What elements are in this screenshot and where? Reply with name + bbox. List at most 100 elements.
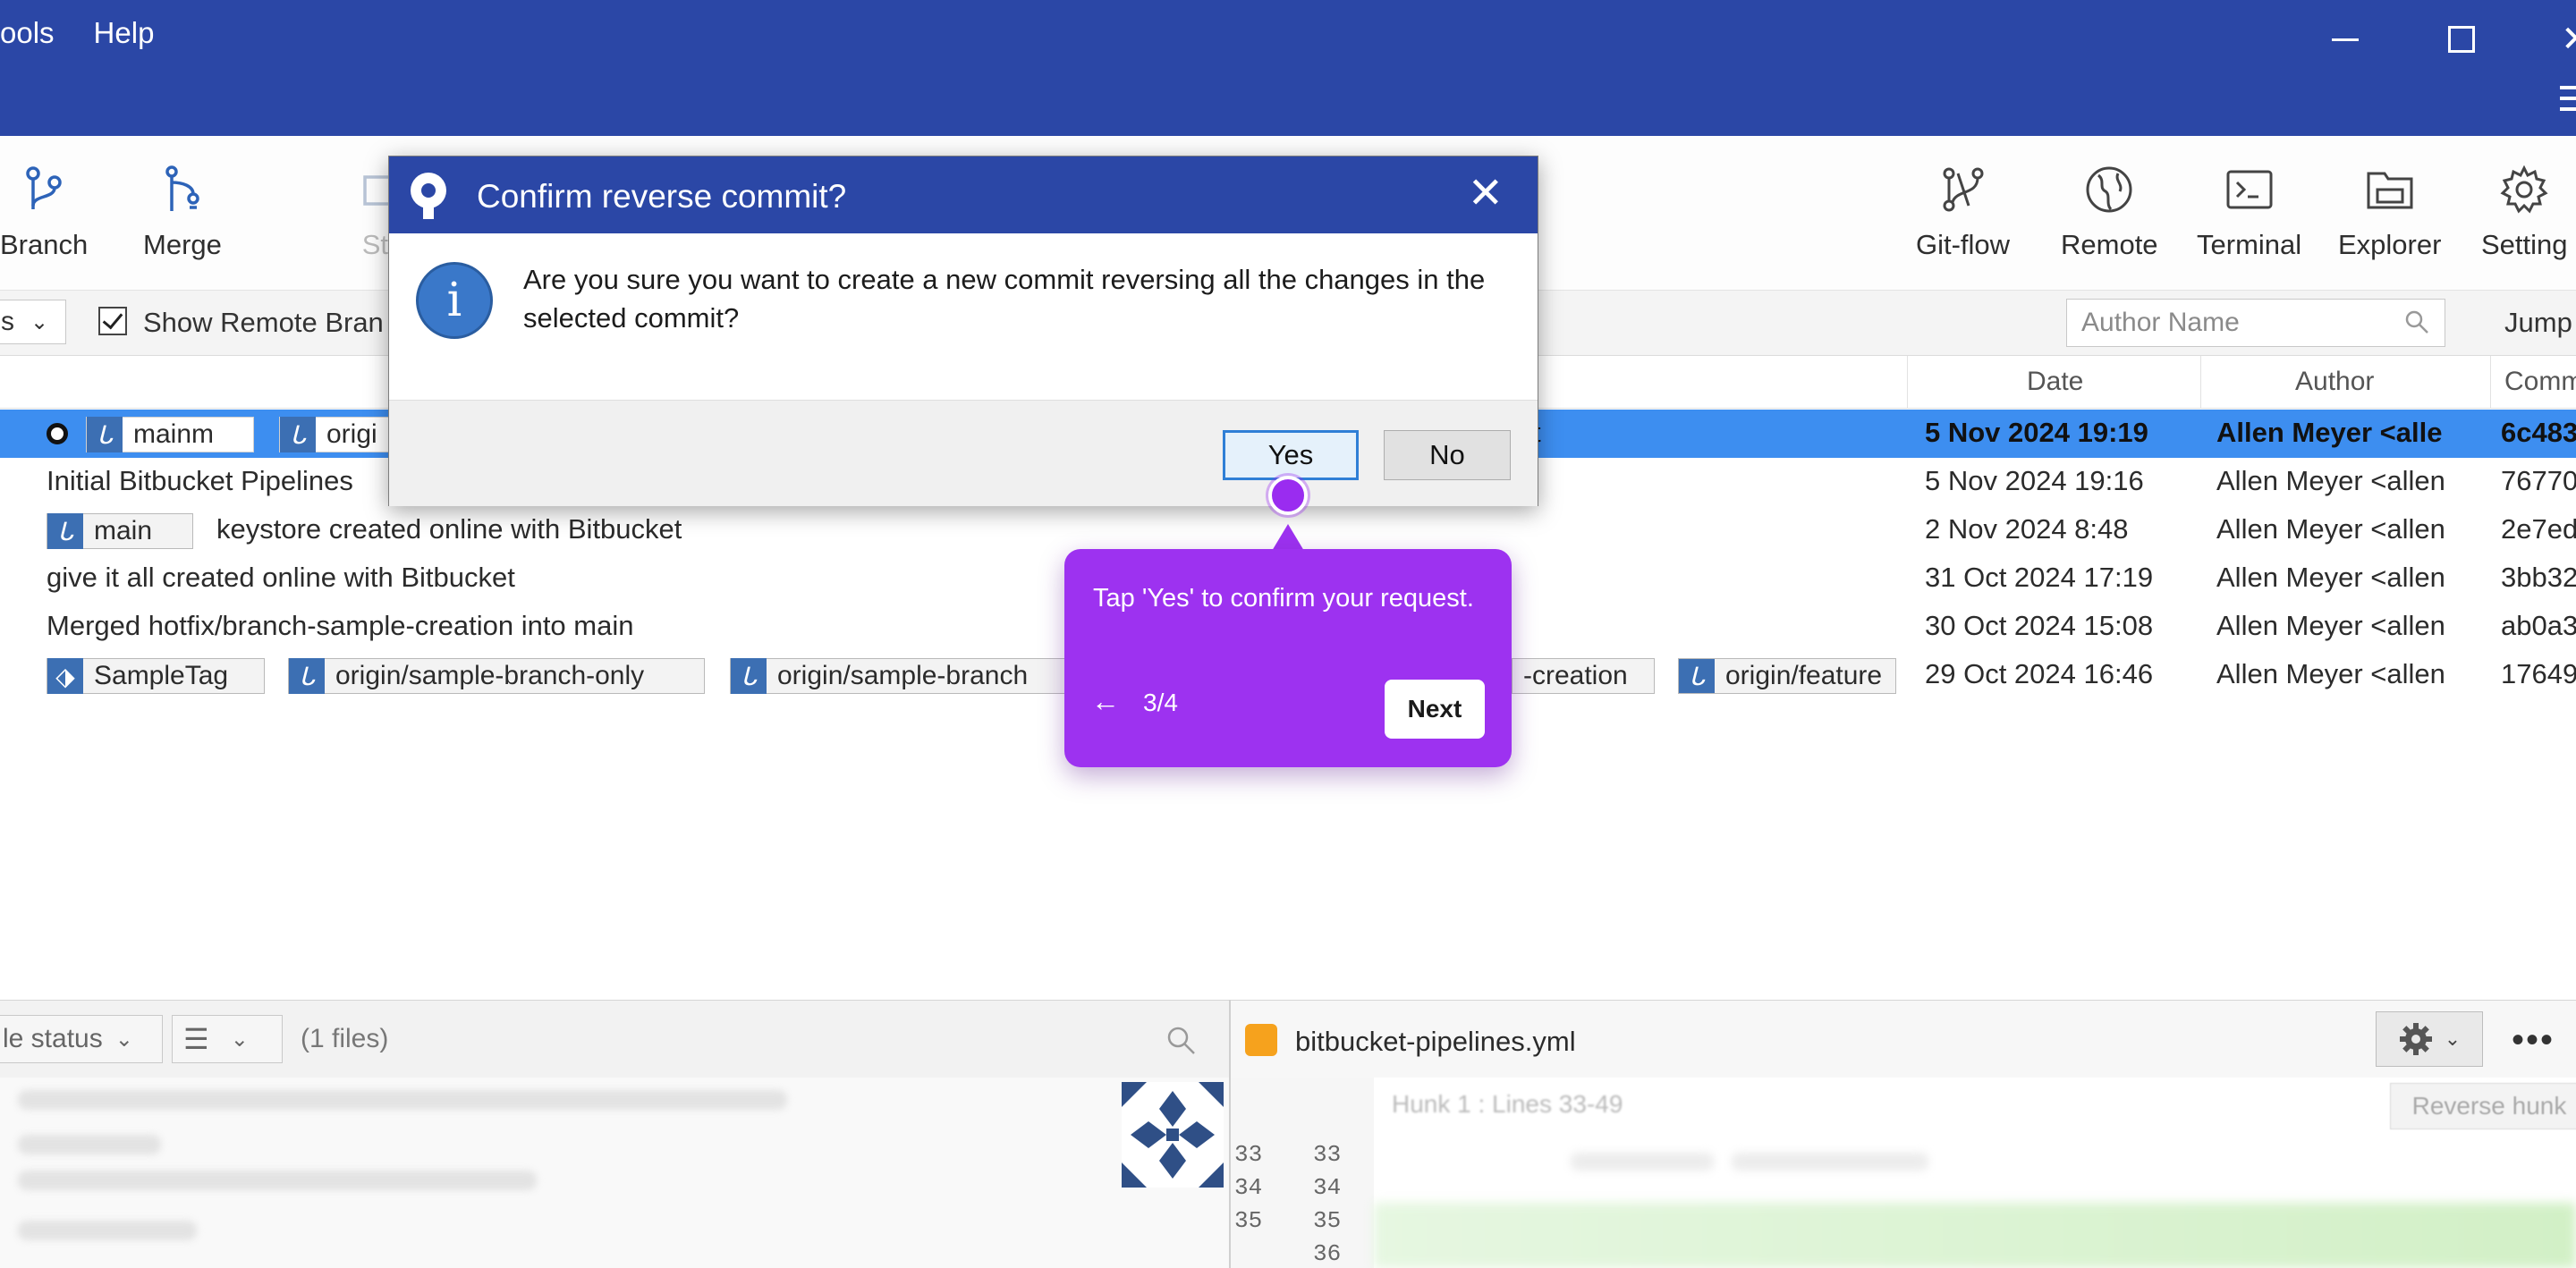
explorer-label: Explorer — [2338, 229, 2442, 260]
tour-next-button[interactable]: Next — [1385, 680, 1485, 739]
remote-branch-tag: ᒐ origin/feature — [1678, 658, 1896, 694]
menu-tools[interactable]: ools — [0, 16, 55, 50]
commit-author: Allen Meyer <allen — [2216, 610, 2445, 641]
added-lines — [1374, 1203, 2576, 1268]
menu-help[interactable]: Help — [94, 16, 155, 50]
commit-author: Allen Meyer <allen — [2216, 562, 2445, 593]
merge-icon — [165, 165, 199, 211]
remote-branch-tag: ᒐ origin/sample-branch-only — [288, 658, 705, 694]
dialog-message: Are you sure you want to create a new co… — [523, 264, 1486, 334]
tag-label: ⬗ SampleTag — [47, 658, 265, 694]
author-search-input[interactable] — [2067, 300, 2405, 346]
sourcetree-logo-icon — [411, 173, 446, 219]
diff-header-bar: bitbucket-pipelines.yml ⌄ ••• — [1231, 1000, 2576, 1078]
yes-button[interactable]: Yes — [1223, 430, 1359, 480]
remote-branch-tag: ᒐ origin/sample-branch — [730, 658, 1070, 694]
old-line-numbers: 33 34 35 — [1234, 1141, 1263, 1234]
back-arrow-icon[interactable]: ← — [1091, 685, 1120, 718]
git-flow-icon — [1943, 167, 1984, 212]
hunk-header: Hunk 1 : Lines 33-49 — [1392, 1090, 1623, 1118]
blurred-content — [18, 1171, 537, 1190]
branch-icon: ᒐ — [731, 658, 767, 694]
file-status-bar: le status ⌄ ☰ ⌄ (1 files) — [0, 1000, 1229, 1078]
reverse-hunk-button[interactable]: Reverse hunk — [2390, 1083, 2576, 1129]
commit-date: 2 Nov 2024 8:48 — [1925, 513, 2129, 545]
dialog-close-button[interactable]: ✕ — [1468, 169, 1504, 219]
jump-to-label[interactable]: Jump — [2504, 307, 2572, 339]
column-separator — [2490, 356, 2491, 408]
branch-tag: ᒐ main — [47, 513, 193, 549]
commit-hash: 17649 — [2501, 658, 2576, 689]
hamburger-icon[interactable] — [2560, 86, 2576, 118]
column-separator — [1907, 356, 1908, 408]
branch-icon: ᒐ — [47, 513, 83, 549]
diff-options-button[interactable]: ⌄ — [2376, 1011, 2483, 1067]
commit-hash: 76770 — [2501, 465, 2576, 496]
chevron-down-icon: ⌄ — [2444, 1027, 2462, 1050]
branch-icon: ᒐ — [280, 417, 316, 452]
settings-label: Setting — [2481, 229, 2568, 260]
settings-button[interactable]: Setting — [2481, 163, 2568, 261]
dialog-title: Confirm reverse commit? — [477, 178, 847, 215]
maximize-button[interactable] — [2426, 11, 2497, 68]
commit-date: 31 Oct 2024 17:19 — [1925, 562, 2154, 593]
branch-button[interactable]: Branch — [0, 163, 88, 261]
branch-label: Branch — [0, 229, 89, 260]
view-mode-dropdown[interactable]: ☰ ⌄ — [172, 1015, 283, 1063]
gear-icon — [2500, 165, 2548, 214]
commit-message: give it all created online with Bitbucke… — [47, 562, 515, 593]
remote-branch-tag: -creation — [1512, 658, 1655, 694]
minimize-button[interactable] — [2309, 11, 2381, 68]
files-count: (1 files) — [301, 1024, 389, 1053]
remote-button[interactable]: Remote — [2061, 163, 2158, 261]
blurred-content — [1732, 1153, 1928, 1171]
column-separator — [2200, 356, 2201, 408]
sourcetree-window: ools Help ✕ Branch Merge Sta Git-flow Re… — [0, 0, 2576, 1268]
explorer-button[interactable]: Explorer — [2338, 163, 2441, 261]
info-icon: i — [416, 262, 493, 339]
author-search[interactable] — [2066, 299, 2445, 347]
tour-hotspot[interactable] — [1268, 476, 1308, 515]
tour-pointer — [1272, 524, 1304, 551]
show-remote-branches-label: Show Remote Bran — [143, 307, 384, 338]
more-options-button[interactable]: ••• — [2512, 1020, 2555, 1061]
terminal-button[interactable]: Terminal — [2197, 163, 2301, 261]
branch-filter-dropdown[interactable]: s ⌄ — [0, 300, 66, 344]
git-flow-button[interactable]: Git-flow — [1916, 163, 2010, 261]
graph-node — [47, 423, 68, 444]
git-flow-label: Git-flow — [1916, 229, 2011, 260]
chevron-down-icon: ⌄ — [230, 1027, 249, 1052]
terminal-icon — [2226, 170, 2273, 209]
commit-author: Allen Meyer <allen — [2216, 465, 2445, 496]
search-icon[interactable] — [1165, 1024, 1197, 1056]
search-icon — [2405, 310, 2428, 334]
commit-message: Initial Bitbucket Pipelines — [47, 465, 353, 496]
dialog-footer — [389, 400, 1538, 506]
globe-icon — [2086, 166, 2132, 213]
commit-column-header[interactable]: Commi — [2504, 367, 2576, 397]
show-remote-branches-checkbox[interactable] — [98, 307, 127, 335]
window-close-button[interactable]: ✕ — [2540, 11, 2576, 68]
commit-date: 30 Oct 2024 15:08 — [1925, 610, 2154, 641]
file-list-panel — [0, 1078, 1229, 1268]
avatar — [1122, 1082, 1224, 1188]
author-column-header[interactable]: Author — [2295, 367, 2374, 397]
chevron-down-icon: ⌄ — [114, 1027, 133, 1052]
folder-icon — [2367, 172, 2413, 209]
branch-icon: ᒐ — [87, 417, 123, 452]
commit-author: Allen Meyer <allen — [2216, 513, 2445, 545]
no-button[interactable]: No — [1384, 430, 1511, 480]
commit-date: 5 Nov 2024 19:16 — [1925, 465, 2144, 496]
branch-tag: ᒐ origi — [279, 417, 397, 452]
tour-tooltip: Tap 'Yes' to confirm your request. ← 3/4… — [1064, 549, 1512, 767]
menu-bar: ools Help — [0, 16, 154, 50]
commit-hash: 6c483 — [2501, 417, 2576, 448]
remote-label: Remote — [2061, 229, 2158, 260]
merge-button[interactable]: Merge — [143, 163, 222, 261]
branch-tag: ᒐ mainm — [86, 417, 254, 452]
branch-icon — [26, 166, 62, 209]
file-status-dropdown[interactable]: le status ⌄ — [0, 1015, 163, 1063]
tour-step-counter: 3/4 — [1143, 689, 1178, 716]
date-column-header[interactable]: Date — [2027, 367, 2083, 397]
blurred-content — [18, 1135, 161, 1154]
